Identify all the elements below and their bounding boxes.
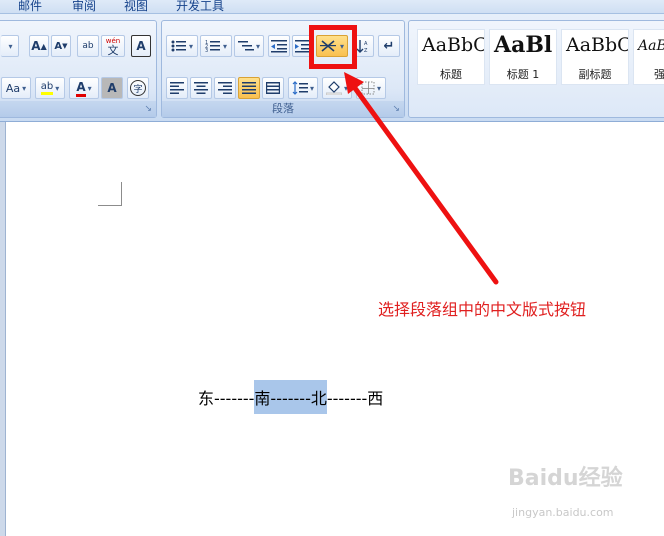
word-window: 邮件 审阅 视图 开发工具 ▾ A ▲ A ▼ ab wén 文 A Aa ▾ ab ▾…	[0, 0, 664, 536]
borders-button[interactable]: ▾	[356, 77, 386, 99]
justify-button[interactable]	[238, 77, 260, 99]
tab-view[interactable]: 视图	[124, 0, 148, 14]
style-name: 副标题	[578, 68, 612, 81]
bullets-icon	[171, 40, 186, 52]
show-formatting-marks-button[interactable]: ↵	[378, 35, 400, 57]
distributed-button[interactable]	[262, 77, 284, 99]
shading-button[interactable]: ▾	[322, 77, 352, 99]
multilevel-list-button[interactable]: ▾	[234, 35, 264, 57]
numbering-icon: 123	[205, 40, 220, 53]
text-segment-west: -------西	[326, 389, 384, 408]
style-strong[interactable]: AaBl 强	[633, 29, 664, 85]
watermark-logo: Baidu经验	[508, 466, 623, 491]
text-highlight-button[interactable]: ab ▾	[35, 77, 65, 99]
align-left-button[interactable]	[166, 77, 188, 99]
paragraph-group: ▾ 123 ▾ ▾ ▾ AZ ↵ ▾ ▾ ▾ 段落 ↘	[161, 20, 405, 118]
paragraph-group-label: 段落	[162, 101, 404, 117]
font-dialog-launcher[interactable]: ↘	[144, 104, 152, 114]
style-heading[interactable]: AaBbC 标题	[417, 29, 485, 85]
paragraph-dialog-launcher[interactable]: ↘	[392, 104, 400, 114]
sort-icon: AZ	[356, 40, 368, 53]
font-color-button[interactable]: A ▾	[69, 77, 99, 99]
bullets-button[interactable]: ▾	[166, 35, 198, 57]
svg-text:3: 3	[205, 48, 208, 53]
margin-corner-mark	[98, 182, 122, 206]
style-subtitle[interactable]: AaBbC 副标题	[561, 29, 629, 85]
align-center-button[interactable]	[190, 77, 212, 99]
align-left-icon	[170, 82, 184, 94]
font-group-label	[0, 101, 156, 117]
borders-icon	[361, 81, 375, 95]
line-spacing-button[interactable]: ▾	[288, 77, 318, 99]
tab-review[interactable]: 审阅	[72, 0, 96, 14]
paint-bucket-icon	[325, 81, 342, 95]
decrease-indent-button[interactable]	[268, 35, 290, 57]
character-shading-button[interactable]: A	[101, 77, 123, 99]
svg-text:A: A	[364, 41, 368, 47]
watermark-url: jingyan.baidu.com	[512, 506, 614, 519]
multilevel-list-icon	[237, 41, 254, 51]
font-size-dropdown[interactable]: ▾	[1, 35, 19, 57]
justify-icon	[242, 82, 256, 94]
style-sample: AaBl	[638, 38, 664, 54]
style-sample: AaBbC	[566, 34, 629, 56]
style-name: 标题	[440, 68, 462, 81]
page-left-margin	[0, 122, 6, 536]
distributed-icon	[266, 82, 280, 94]
style-sample: AaBl	[494, 32, 553, 58]
tab-mailings[interactable]: 邮件	[18, 0, 42, 14]
phonetic-guide-button[interactable]: wén 文	[101, 35, 125, 57]
align-center-icon	[194, 82, 208, 94]
decrease-indent-icon	[271, 40, 287, 53]
text-segment-east: 东-------	[198, 389, 255, 408]
style-name: 标题 1	[506, 68, 540, 81]
svg-text:Z: Z	[364, 48, 368, 53]
style-name: 强	[654, 68, 664, 81]
clear-formatting-button[interactable]: ab	[77, 35, 99, 57]
change-case-button[interactable]: Aa ▾	[1, 77, 31, 99]
ribbon-tab-strip: 邮件 审阅 视图 开发工具	[0, 0, 664, 14]
numbering-button[interactable]: 123 ▾	[200, 35, 232, 57]
style-heading-1[interactable]: AaBl 标题 1	[489, 29, 557, 85]
align-right-button[interactable]	[214, 77, 236, 99]
document-text-line[interactable]: 东------- 南-------北 -------西	[198, 380, 384, 414]
shrink-font-button[interactable]: A ▼	[51, 35, 71, 57]
highlight-box	[309, 25, 357, 69]
enclose-characters-button[interactable]: 字	[127, 77, 149, 99]
align-right-icon	[218, 82, 232, 94]
selected-text[interactable]: 南-------北	[254, 380, 327, 414]
style-sample: AaBbC	[422, 34, 485, 56]
font-group: ▾ A ▲ A ▼ ab wén 文 A Aa ▾ ab ▾ A ▾ A 字 ↘	[0, 20, 157, 118]
annotation-text: 选择段落组中的中文版式按钮	[378, 300, 587, 319]
styles-gallery: AaBbC 标题 AaBl 标题 1 AaBbC 副标题 AaBl 强	[408, 20, 664, 118]
document-page[interactable]: 东------- 南-------北 -------西 选择段落组中的中文版式按钮 …	[0, 122, 664, 536]
character-border-button[interactable]: A	[131, 35, 151, 57]
tab-developer[interactable]: 开发工具	[176, 0, 224, 14]
grow-font-button[interactable]: A ▲	[29, 35, 49, 57]
pilcrow-icon: ↵	[383, 38, 395, 54]
line-spacing-icon	[292, 81, 308, 95]
